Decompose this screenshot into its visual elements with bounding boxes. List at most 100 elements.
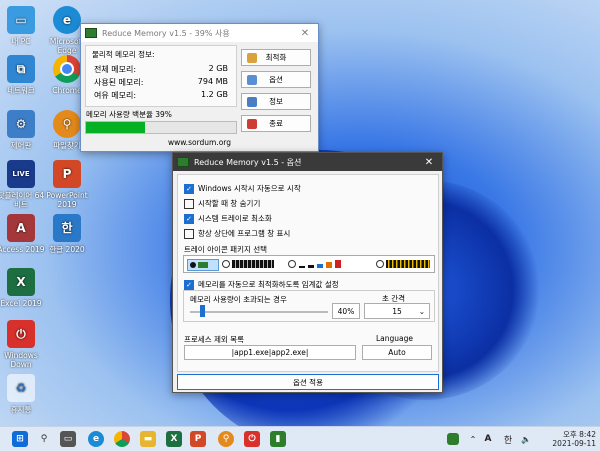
tray-font-indicator[interactable]: A	[480, 431, 496, 447]
clock-date: 2021-09-11	[552, 439, 596, 448]
exit-button[interactable]: 종료	[241, 115, 311, 132]
potplayer-icon: LIVE	[7, 160, 35, 188]
info-button-label: 정보	[269, 97, 283, 106]
wrench-icon	[247, 74, 257, 85]
close-icon[interactable]: ✕	[296, 28, 314, 39]
checkbox-icon: ✓	[184, 213, 194, 224]
task-view-icon[interactable]: ▭	[60, 431, 76, 447]
memory-row-value: 794 MB	[197, 77, 228, 86]
progress-fill	[86, 122, 145, 133]
radio-icon	[190, 262, 196, 268]
options-button[interactable]: 옵션	[241, 71, 311, 88]
tray-memory-icon[interactable]	[447, 433, 459, 445]
memory-row-label: 여유 메모리:	[94, 91, 137, 100]
clock-time: 오후 8:42	[562, 430, 596, 439]
magnifier-icon[interactable]: ⚲	[218, 431, 234, 447]
memory-chip-icon	[198, 262, 208, 268]
access-icon: A	[7, 214, 35, 242]
tray-icon-pack-label: 트레이 아이콘 패키지 선택	[184, 245, 268, 254]
edge-icon[interactable]: e	[88, 431, 104, 447]
desktop-icon-label: Excel 2019	[0, 299, 42, 308]
desktop-icon-label: 내 PC	[11, 37, 31, 46]
speaker-icon[interactable]: 🔈	[518, 431, 534, 447]
powerpoint-icon[interactable]: P	[190, 431, 206, 447]
checkbox-auto-optimize[interactable]: ✓ 메모리를 자동으로 최적화하도록 임계값 설정	[184, 279, 339, 290]
excel-icon[interactable]: X	[166, 431, 182, 447]
recycle-bin-icon: ♻	[7, 374, 35, 402]
main-window-body: 물리적 메모리 정보: 전체 메모리: 2 GB 사용된 메모리: 794 MB…	[81, 42, 318, 151]
main-window: Reduce Memory v1.5 - 39% 사용 ✕ 물리적 메모리 정보…	[80, 23, 319, 152]
clock[interactable]: 오후 8:42 2021-09-11	[552, 430, 596, 448]
checkbox-always-on-top[interactable]: 항상 상단에 프로그램 창 표시	[184, 228, 290, 239]
network-icon: ⧉	[7, 55, 35, 83]
desktop-icon-excel[interactable]: X Excel 2019	[0, 268, 46, 308]
magnifier-icon: ⚲	[53, 110, 81, 138]
exclude-list-label: 프로세스 제외 목록	[184, 335, 244, 344]
language-select[interactable]: Auto	[362, 345, 432, 360]
optimize-button[interactable]: 최적화	[241, 49, 311, 66]
checkbox-start-with-windows[interactable]: ✓ Windows 시작시 자동으로 시작	[184, 183, 301, 194]
checkbox-hide-on-start[interactable]: 시작할 때 창 숨기기	[184, 198, 260, 209]
tray-pack-option-2[interactable]	[222, 259, 277, 269]
tray-pack-option-3[interactable]	[288, 259, 368, 269]
taskbar: ⊞ ⚲ ▭ e ▬ X P ⚲ ⏻ ▮ ⌃ A 한 🔈 오후 8:42 2021…	[0, 426, 600, 451]
memory-row-label: 전체 메모리:	[94, 65, 137, 74]
bar-level-icon	[317, 264, 323, 268]
memory-row-used: 사용된 메모리: 794 MB	[94, 77, 228, 88]
threshold-slider-thumb[interactable]	[200, 305, 206, 317]
bar-level-icon	[299, 266, 305, 268]
explorer-icon[interactable]: ▬	[140, 431, 156, 447]
chrome-icon[interactable]	[114, 431, 130, 447]
options-window-titlebar[interactable]: Reduce Memory v1.5 - 옵션 ✕	[173, 153, 442, 171]
memory-chip-icon[interactable]: ▮	[270, 431, 286, 447]
computer-icon: ▭	[7, 6, 35, 34]
checkbox-minimize-to-tray[interactable]: ✓ 시스템 트레이로 최소화	[184, 213, 272, 224]
tray-pack-option-4[interactable]	[376, 259, 432, 269]
checkbox-label: 항상 상단에 프로그램 창 표시	[198, 229, 291, 238]
options-window: Reduce Memory v1.5 - 옵션 ✕ ✓ Windows 시작시 …	[172, 152, 443, 393]
control-panel-icon: ⚙	[7, 110, 35, 138]
options-group: ✓ Windows 시작시 자동으로 시작 시작할 때 창 숨기기 ✓ 시스템 …	[177, 174, 439, 372]
exclude-list-input[interactable]: |app1.exe|app2.exe|	[184, 345, 356, 360]
power-icon[interactable]: ⏻	[244, 431, 260, 447]
desktop-icon-potplayer[interactable]: LIVE 팟플레이어 64 비트	[0, 160, 46, 209]
memory-row-free: 여유 메모리: 1.2 GB	[94, 90, 228, 101]
desktop-icon-my-pc[interactable]: ▭ 내 PC	[0, 6, 46, 46]
info-icon	[247, 96, 257, 107]
radio-icon	[288, 260, 296, 268]
checkbox-label: 시작할 때 창 숨기기	[198, 199, 261, 208]
memory-info-title: 물리적 메모리 정보:	[92, 50, 155, 59]
checkbox-icon: ✓	[184, 279, 194, 290]
bar-level-icon	[308, 265, 314, 268]
desktop-icon-access[interactable]: A Access 2019	[0, 214, 46, 254]
website-link[interactable]: www.sordum.org	[81, 138, 318, 147]
usage-label: 메모리 사용량 백분율 39%	[86, 110, 172, 119]
interval-select[interactable]: 15 ⌄	[364, 303, 430, 319]
tray-pack-option-1[interactable]	[187, 259, 219, 271]
desktop-icon-hangul[interactable]: 한 한글 2020	[42, 214, 92, 254]
search-icon[interactable]: ⚲	[36, 431, 52, 447]
desktop-icon-network[interactable]: ⧉ 네트워크	[0, 55, 46, 95]
ime-indicator[interactable]: 한	[500, 431, 516, 447]
apply-options-button[interactable]: 옵션 적용	[177, 374, 439, 390]
info-button[interactable]: 정보	[241, 93, 311, 110]
threshold-slider-track[interactable]	[190, 311, 328, 313]
desktop-icon-label: 네트워크	[7, 86, 35, 95]
checkbox-icon: ✓	[184, 183, 194, 194]
threshold-value-display: 40%	[332, 303, 360, 319]
desktop-icon-control-panel[interactable]: ⚙ 제어판	[0, 110, 46, 150]
tray-chevron-icon[interactable]: ⌃	[465, 431, 481, 447]
desktop-icon-windows-down[interactable]: ⏻ Windows Down	[0, 320, 46, 369]
desktop-icon-label: 휴지통	[10, 405, 32, 414]
close-icon[interactable]: ✕	[420, 157, 438, 168]
desktop-icon-recycle-bin[interactable]: ♻ 휴지통	[0, 374, 46, 414]
exit-button-label: 종료	[269, 119, 283, 128]
hangul-icon: 한	[53, 214, 81, 242]
desktop-icon-label: Chrome	[52, 86, 82, 95]
memory-row-value: 1.2 GB	[201, 90, 228, 99]
memory-chip-icon	[85, 28, 97, 38]
memory-row-total: 전체 메모리: 2 GB	[94, 64, 228, 75]
main-window-titlebar[interactable]: Reduce Memory v1.5 - 39% 사용 ✕	[81, 24, 318, 42]
start-button[interactable]: ⊞	[12, 431, 28, 447]
desktop-icon-powerpoint[interactable]: P PowerPoint 2019	[42, 160, 92, 209]
